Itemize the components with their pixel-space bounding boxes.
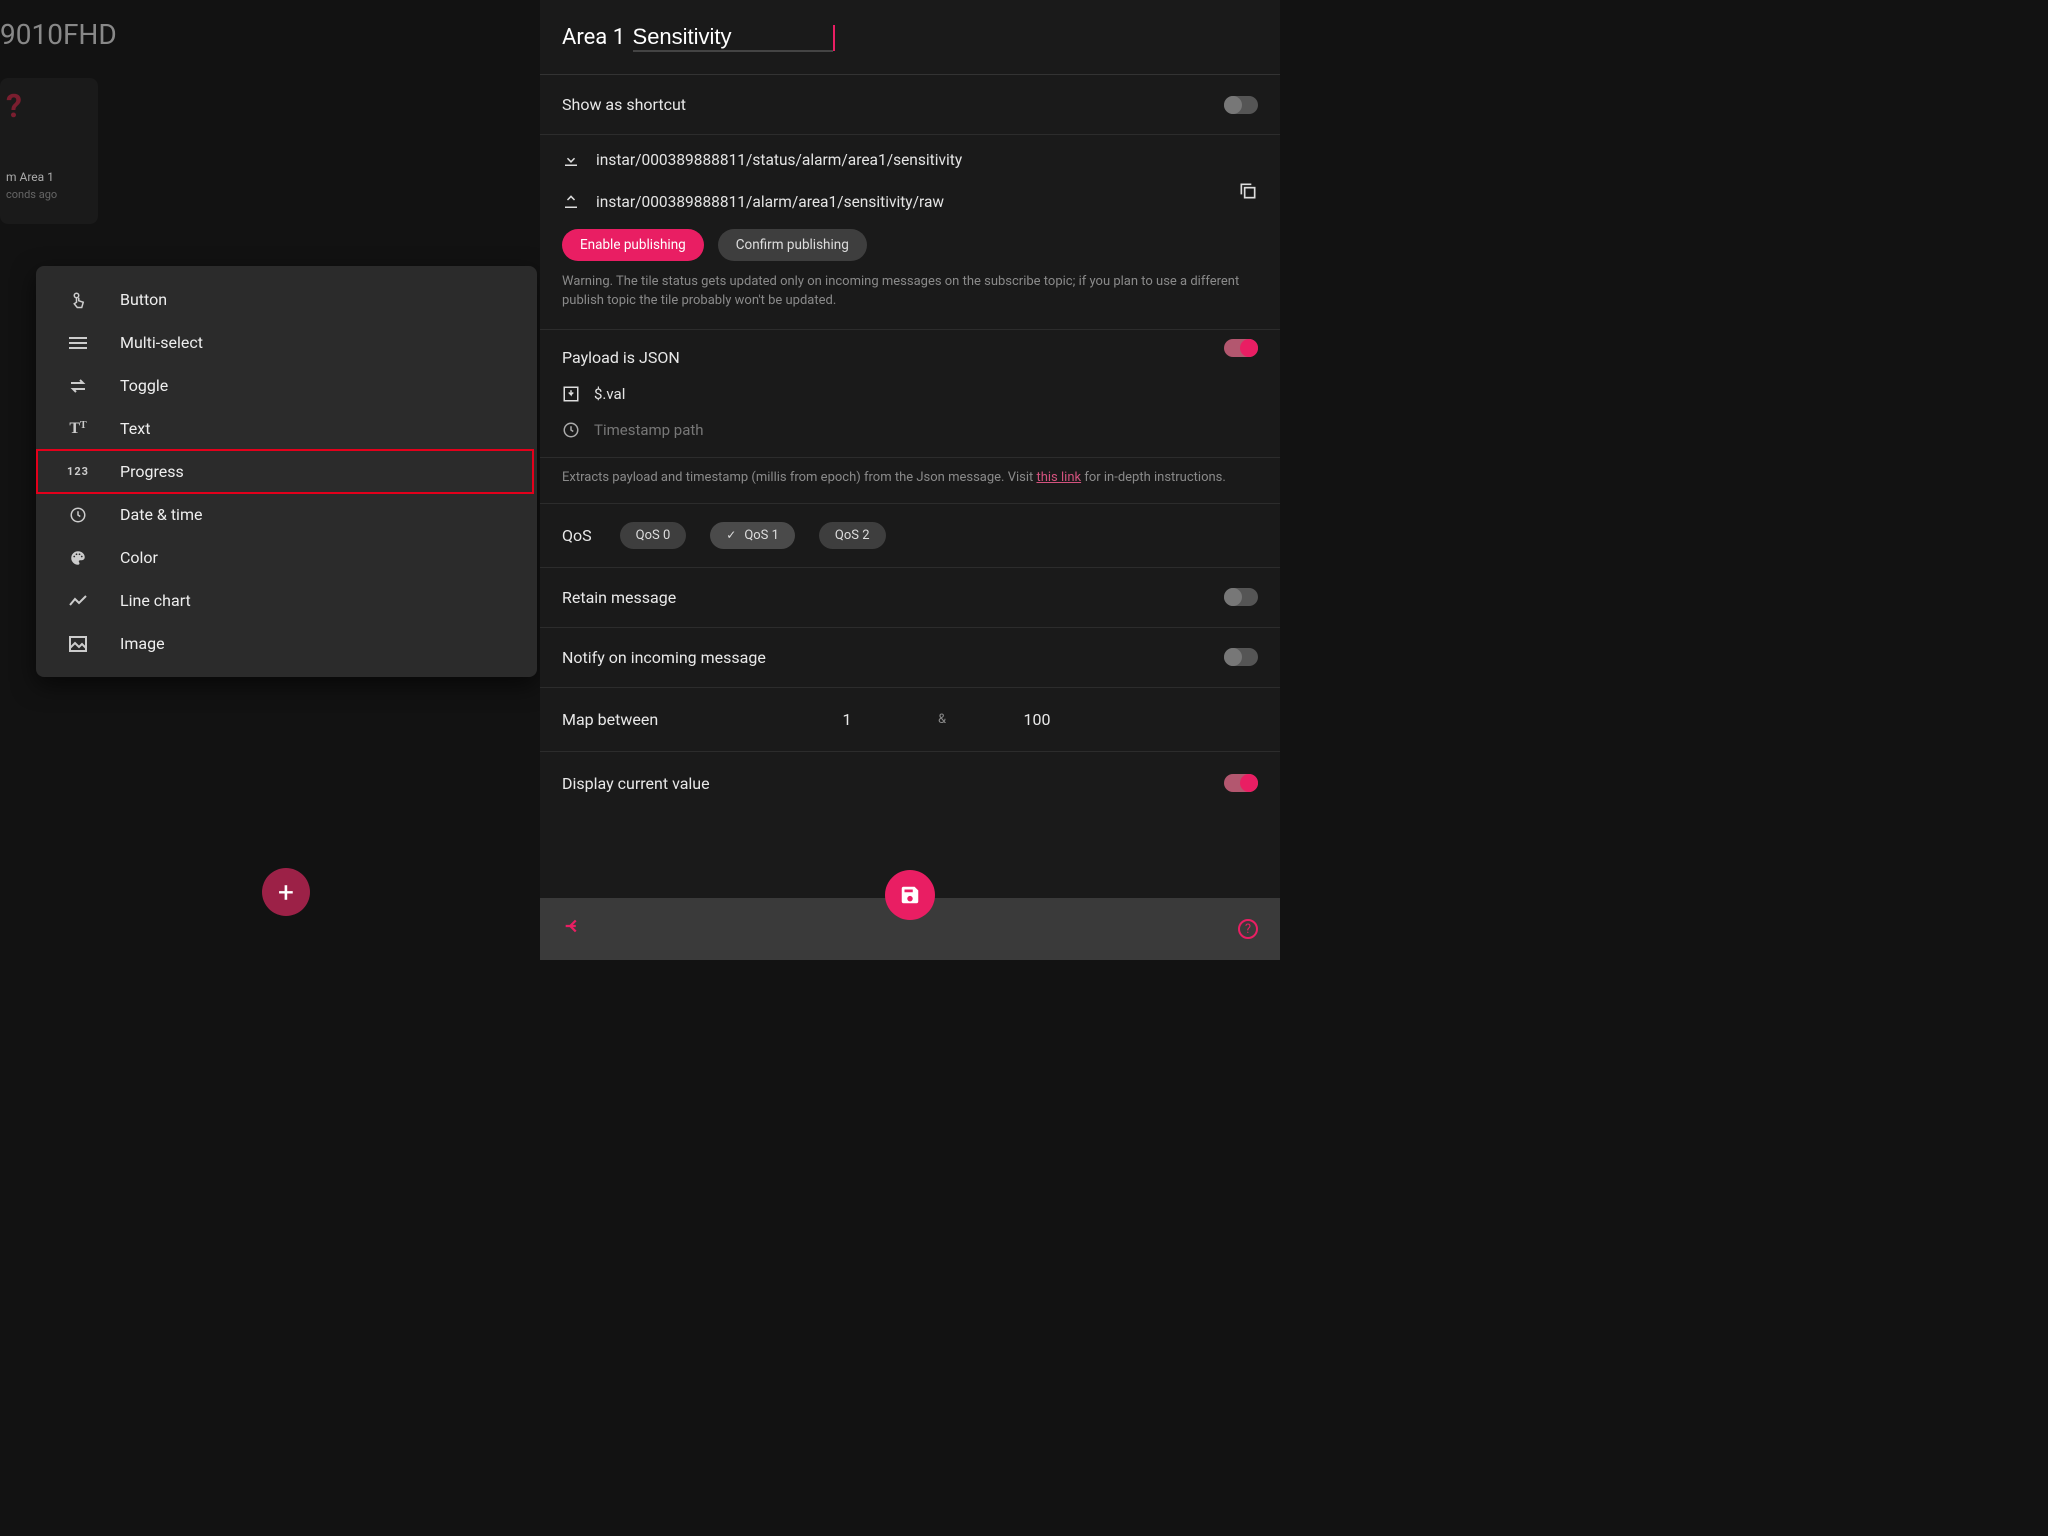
qos-0-chip[interactable]: QoS 0	[620, 522, 687, 549]
payload-json-label: Payload is JSON	[562, 348, 1258, 367]
publish-warning: Warning. The tile status gets updated on…	[540, 273, 1280, 330]
number-icon: 123	[66, 465, 90, 478]
help-button[interactable]: ?	[1238, 919, 1258, 939]
map-row: Map between 1 & 100	[540, 688, 1280, 752]
menu-item-color[interactable]: Color	[36, 536, 537, 579]
notify-label: Notify on incoming message	[562, 648, 766, 667]
notify-toggle[interactable]	[1224, 648, 1258, 666]
menu-item-label: Button	[120, 290, 167, 309]
publish-topic-row[interactable]: instar/000389888811/alarm/area1/sensitiv…	[540, 169, 1280, 211]
confirm-publishing-button[interactable]: Confirm publishing	[718, 229, 867, 261]
back-button[interactable]	[562, 915, 584, 943]
touch-icon	[66, 291, 90, 309]
menu-item-label: Image	[120, 634, 165, 653]
download-icon	[562, 151, 580, 169]
retain-toggle[interactable]	[1224, 588, 1258, 606]
menu-item-label: Progress	[120, 462, 184, 481]
menu-item-linechart[interactable]: Line chart	[36, 579, 537, 622]
menu-item-progress[interactable]: 123 Progress	[36, 450, 537, 493]
menu-item-multiselect[interactable]: Multi-select	[36, 321, 537, 364]
add-button[interactable]: +	[262, 868, 310, 916]
clock-icon	[66, 506, 90, 524]
qos-label: QoS	[562, 526, 592, 545]
map-label: Map between	[562, 710, 782, 729]
palette-icon	[66, 549, 90, 567]
qos-1-chip[interactable]: ✓ QoS 1	[710, 522, 795, 549]
map-amp: &	[912, 712, 972, 727]
tile-name-input[interactable]	[633, 24, 833, 50]
copy-icon[interactable]	[1238, 181, 1258, 205]
shortcut-row: Show as shortcut	[540, 75, 1280, 135]
check-icon: ✓	[726, 528, 736, 542]
text-icon: TT	[66, 420, 90, 438]
menu-item-label: Line chart	[120, 591, 191, 610]
save-icon	[899, 884, 921, 906]
display-value-row: Display current value	[540, 752, 1280, 815]
plus-icon: +	[278, 876, 294, 909]
arrow-left-icon	[562, 915, 584, 937]
tile-card[interactable]: ? m Area 1 conds ago	[0, 78, 98, 224]
tile-subtitle: m Area 1	[6, 170, 92, 184]
display-value-label: Display current value	[562, 774, 710, 793]
save-button[interactable]	[885, 870, 935, 920]
list-icon	[66, 336, 90, 350]
subscribe-topic-row[interactable]: instar/000389888811/status/alarm/area1/s…	[540, 135, 1280, 169]
payload-json-toggle[interactable]	[1224, 339, 1258, 357]
json-helper: Extracts payload and timestamp (millis f…	[540, 458, 1280, 504]
shortcut-toggle[interactable]	[1224, 96, 1258, 114]
timestamp-path-placeholder: Timestamp path	[594, 421, 704, 439]
notify-row: Notify on incoming message	[540, 628, 1280, 688]
menu-item-datetime[interactable]: Date & time	[36, 493, 537, 536]
timestamp-path-row[interactable]: Timestamp path	[562, 421, 1258, 439]
menu-item-text[interactable]: TT Text	[36, 407, 537, 450]
subscribe-topic: instar/000389888811/status/alarm/area1/s…	[596, 151, 1258, 169]
question-icon: ?	[6, 90, 92, 122]
menu-item-label: Multi-select	[120, 333, 203, 352]
tile-name-prefix: Area 1	[562, 25, 631, 50]
menu-item-toggle[interactable]: Toggle	[36, 364, 537, 407]
json-path-icon	[562, 385, 580, 403]
clock-icon	[562, 421, 580, 439]
chart-icon	[66, 595, 90, 607]
dashboard-title: 9010FHD	[0, 18, 117, 51]
menu-item-label: Date & time	[120, 505, 202, 524]
menu-item-label: Text	[120, 419, 150, 438]
enable-publishing-button[interactable]: Enable publishing	[562, 229, 704, 261]
menu-item-label: Color	[120, 548, 158, 567]
tile-type-menu: Button Multi-select Toggle TT Text 123 P…	[36, 266, 537, 677]
menu-item-image[interactable]: Image	[36, 622, 537, 665]
display-value-toggle[interactable]	[1224, 774, 1258, 792]
menu-item-button[interactable]: Button	[36, 278, 537, 321]
tile-time: conds ago	[6, 188, 92, 201]
qos-2-chip[interactable]: QoS 2	[819, 522, 886, 549]
retain-row: Retain message	[540, 568, 1280, 628]
text-cursor	[833, 25, 835, 51]
map-from-input[interactable]: 1	[782, 710, 912, 729]
upload-icon	[562, 193, 580, 211]
json-path-row[interactable]: $.val	[562, 385, 1258, 403]
swap-icon	[66, 379, 90, 393]
json-path-value: $.val	[594, 385, 625, 403]
menu-item-label: Toggle	[120, 376, 168, 395]
shortcut-label: Show as shortcut	[562, 95, 686, 114]
retain-label: Retain message	[562, 588, 676, 607]
image-icon	[66, 636, 90, 652]
json-help-link[interactable]: this link	[1036, 470, 1081, 485]
map-to-input[interactable]: 100	[972, 710, 1102, 729]
publish-topic: instar/000389888811/alarm/area1/sensitiv…	[596, 193, 1258, 211]
tile-name-row: Area 1	[540, 0, 1280, 74]
